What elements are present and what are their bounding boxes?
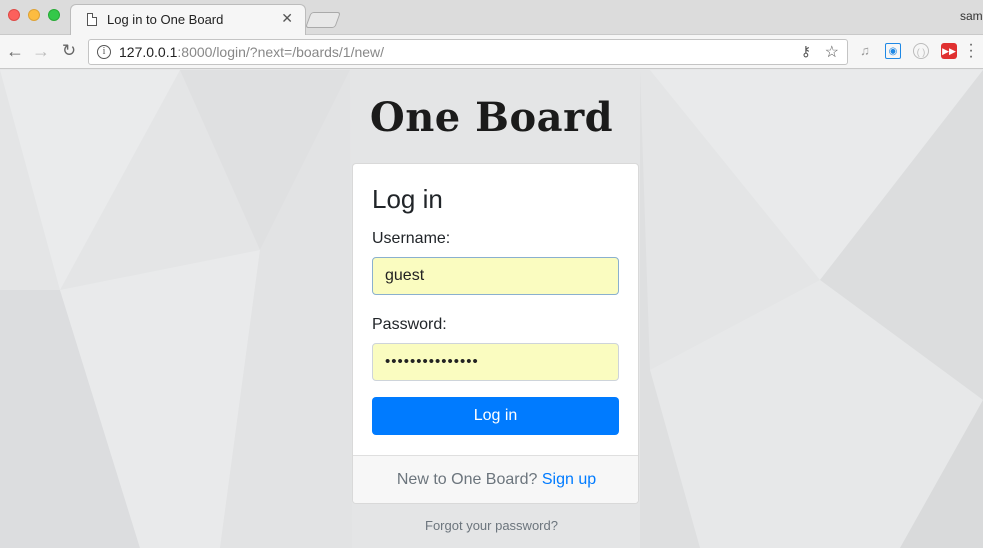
music-extension-icon[interactable]: ♫ (857, 43, 873, 59)
tab-title: Log in to One Board (107, 12, 224, 27)
key-icon[interactable]: ⚷ (801, 43, 811, 60)
signup-prompt: New to One Board? (396, 471, 538, 488)
fast-forward-extension-icon[interactable]: ▶▶ (941, 43, 957, 59)
signup-link[interactable]: Sign up (542, 471, 596, 488)
forgot-password-link[interactable]: Forgot your password? (0, 518, 983, 533)
username-label: Username: (372, 230, 451, 247)
login-button[interactable]: Log in (372, 397, 619, 435)
screenshot-extension-icon[interactable]: ◉ (885, 43, 901, 59)
bookmark-star-icon[interactable]: ☆ (825, 42, 839, 62)
password-label: Password: (372, 316, 447, 333)
browser-menu-icon[interactable]: · · · (968, 37, 974, 65)
browser-titlebar: Log in to One Board ✕ sam (0, 0, 983, 35)
login-title: Log in (372, 184, 443, 214)
window-maximize-button[interactable] (48, 9, 60, 21)
login-card: Log in Username: guest Password: •••••••… (352, 163, 639, 504)
profile-label[interactable]: sam (960, 9, 983, 23)
page-background: One Board Log in Username: guest Passwor… (0, 70, 983, 548)
document-icon (87, 13, 97, 26)
new-tab-button[interactable] (305, 12, 341, 28)
url-path: :8000/login/?next=/boards/1/new/ (177, 44, 385, 60)
browser-tab[interactable]: Log in to One Board ✕ (70, 4, 306, 35)
address-bar[interactable]: i 127.0.0.1:8000/login/?next=/boards/1/n… (88, 39, 848, 65)
username-input[interactable]: guest (372, 257, 619, 295)
back-arrow-icon[interactable]: ← (4, 40, 26, 62)
circle-extension-icon[interactable]: ( ) (913, 43, 929, 59)
password-input[interactable]: ••••••••••••••• (372, 343, 619, 381)
forward-arrow-icon[interactable]: → (30, 40, 52, 62)
reload-icon[interactable]: ↻ (58, 40, 80, 62)
signup-footer: New to One Board? Sign up (353, 455, 638, 503)
url-text[interactable]: 127.0.0.1:8000/login/?next=/boards/1/new… (119, 44, 384, 60)
browser-toolbar: ← → ↻ i 127.0.0.1:8000/login/?next=/boar… (0, 35, 983, 69)
info-icon[interactable]: i (97, 45, 111, 59)
url-host: 127.0.0.1 (119, 44, 178, 60)
brand-logo[interactable]: One Board (0, 94, 983, 141)
window-minimize-button[interactable] (28, 9, 40, 21)
tab-close-icon[interactable]: ✕ (281, 10, 293, 27)
window-close-button[interactable] (8, 9, 20, 21)
